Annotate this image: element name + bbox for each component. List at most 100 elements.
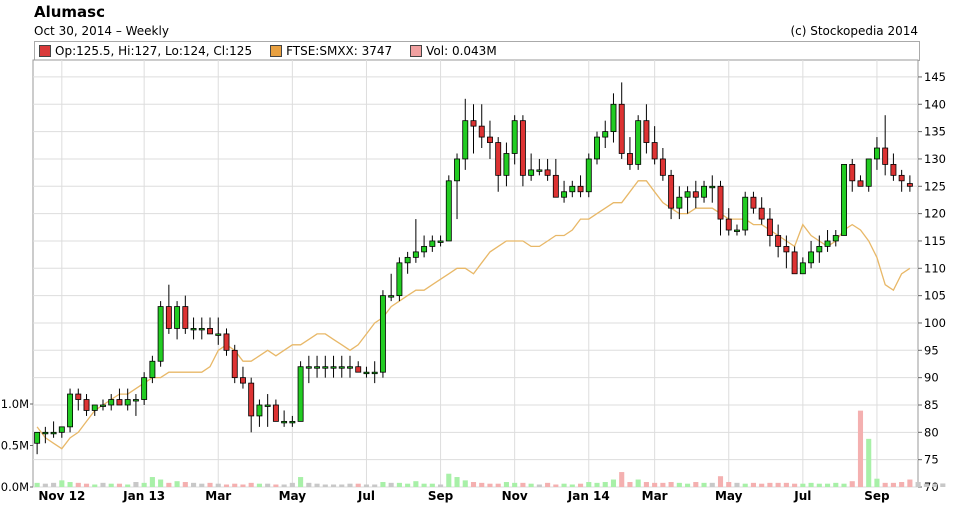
x-tick-label: Sep: [428, 489, 454, 503]
candle-body: [544, 169, 551, 176]
candle-body: [207, 328, 213, 335]
candle-body: [585, 158, 592, 193]
candle-body: [734, 229, 740, 232]
x-tick-label: Sep: [864, 489, 890, 503]
candle-body: [610, 103, 617, 133]
volume-bar: [438, 484, 444, 487]
volume-bar: [652, 482, 658, 487]
candle-body: [322, 366, 329, 369]
candle-body: [454, 158, 460, 182]
candle-body: [832, 235, 839, 242]
candle-body: [42, 431, 49, 435]
volume-bar: [388, 482, 394, 487]
candle-body: [256, 404, 263, 417]
candle-body: [849, 164, 856, 182]
candle-body: [412, 251, 419, 258]
x-tick-label: Mar: [205, 489, 231, 503]
candle-body: [766, 218, 773, 236]
candle-body: [445, 180, 452, 242]
price-tick-label: 135: [924, 125, 946, 139]
volume-bar: [940, 483, 946, 487]
candle-body: [462, 120, 469, 160]
candle-body: [906, 183, 913, 187]
volume-bar: [273, 484, 279, 487]
candle-body: [725, 218, 732, 231]
volume-bar: [372, 484, 378, 487]
price-tick-label: 90: [924, 371, 939, 385]
candle-body: [272, 404, 279, 422]
candle-body: [240, 377, 246, 384]
price-tick-label: 105: [924, 289, 946, 303]
volume-bar: [643, 482, 649, 487]
volume-bar: [808, 482, 814, 487]
volume-bar: [536, 484, 542, 487]
candle-body: [297, 366, 304, 422]
volume-bar: [133, 482, 139, 487]
candle-body: [503, 153, 510, 176]
candle-body: [552, 174, 559, 198]
candle-body: [215, 333, 222, 336]
volume-bar: [685, 483, 691, 487]
volume-bar: [569, 484, 575, 487]
candle-body: [198, 328, 205, 331]
candle-body: [379, 295, 386, 373]
candle-body: [528, 169, 535, 176]
volume-bar: [347, 483, 353, 487]
candle-body: [100, 404, 106, 407]
x-tick-label: Jul: [357, 489, 375, 503]
x-tick-label: May: [715, 489, 743, 503]
volume-bar: [141, 482, 147, 487]
candle-body: [396, 262, 403, 297]
candle-body: [50, 431, 57, 435]
volume-bar: [256, 483, 262, 487]
candle-body: [882, 147, 889, 165]
volume-bar: [816, 483, 822, 487]
volume-bar: [709, 482, 715, 487]
volume-bar: [866, 438, 872, 487]
volume-bar: [125, 484, 131, 487]
candle-body: [437, 240, 444, 243]
volume-bar: [199, 483, 205, 487]
candle-body: [305, 366, 312, 369]
candle-body: [717, 185, 724, 220]
candle-body: [692, 191, 699, 198]
price-tick-label: 75: [924, 453, 939, 467]
volume-bar: [783, 482, 789, 487]
candle-body: [519, 120, 526, 176]
volume-bar: [586, 482, 592, 487]
volume-bar: [191, 482, 197, 487]
candle-body: [314, 366, 321, 369]
volume-bar: [470, 482, 477, 487]
volume-bar: [824, 483, 831, 487]
candle-body: [742, 196, 749, 231]
volume-bar: [421, 483, 427, 487]
volume-tick-label: 0.5M: [1, 439, 29, 453]
candle-body: [873, 147, 880, 160]
volume-bar: [841, 483, 847, 487]
price-tick-label: 115: [924, 234, 946, 248]
volume-bar: [668, 482, 674, 487]
volume-bar: [899, 482, 905, 487]
candle-body: [594, 136, 600, 160]
candle-body: [157, 306, 164, 362]
volume-bar: [792, 483, 798, 487]
candle-body: [141, 377, 148, 400]
price-tick-label: 100: [924, 316, 946, 330]
volume-tick-label: 1.0M: [1, 397, 29, 411]
candle-body: [470, 120, 477, 127]
volume-bar: [339, 484, 345, 487]
x-tick-label: Jul: [793, 489, 811, 503]
candle-body: [388, 295, 395, 298]
candle-body: [684, 191, 691, 198]
volume-bar: [446, 473, 452, 487]
volume-bar: [561, 483, 567, 487]
volume-bar: [34, 482, 40, 487]
volume-bar: [479, 482, 485, 487]
candle-body: [289, 420, 296, 424]
candle-body: [355, 366, 362, 373]
volume-bar: [232, 483, 238, 487]
volume-bar: [149, 477, 155, 487]
volume-bar: [207, 482, 213, 487]
candle-body: [816, 246, 823, 253]
candle-body: [701, 185, 707, 198]
